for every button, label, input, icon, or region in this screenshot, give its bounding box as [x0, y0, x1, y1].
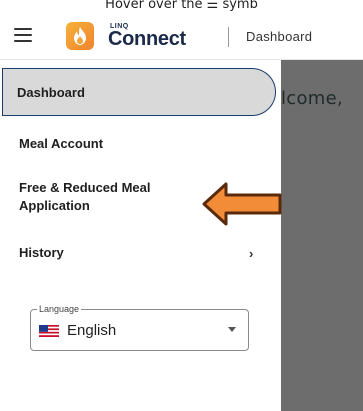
welcome-heading: lcome, [281, 88, 344, 109]
sidebar-item-dashboard[interactable]: Dashboard [2, 68, 276, 116]
flame-logo-icon [66, 22, 94, 50]
sidebar: Dashboard Meal Account Free & Reduced Me… [0, 60, 282, 411]
us-flag-icon [39, 325, 59, 337]
sidebar-item-label: Meal Account [19, 136, 104, 151]
chevron-right-icon[interactable]: › [249, 246, 253, 261]
sidebar-item-label: History [19, 245, 64, 260]
brand-name: Connect [108, 28, 186, 50]
arrow-left-icon [202, 182, 282, 226]
caret-down-icon [228, 327, 236, 332]
sidebar-item-label: Free & Reduced Meal Application [19, 180, 151, 213]
page-title: Dashboard [246, 29, 313, 44]
main-content-overlay: lcome, [281, 60, 363, 411]
top-bar: LINQ Connect Dashboard [0, 14, 363, 60]
language-select[interactable]: Language English [30, 304, 249, 351]
sidebar-item-label: Dashboard [17, 85, 85, 100]
sidebar-item-history[interactable]: History [0, 245, 281, 260]
hamburger-icon[interactable] [14, 28, 32, 42]
sidebar-item-meal-account[interactable]: Meal Account [0, 136, 281, 151]
language-value: English [67, 322, 117, 339]
language-label: Language [37, 304, 82, 314]
header-divider [228, 27, 229, 47]
